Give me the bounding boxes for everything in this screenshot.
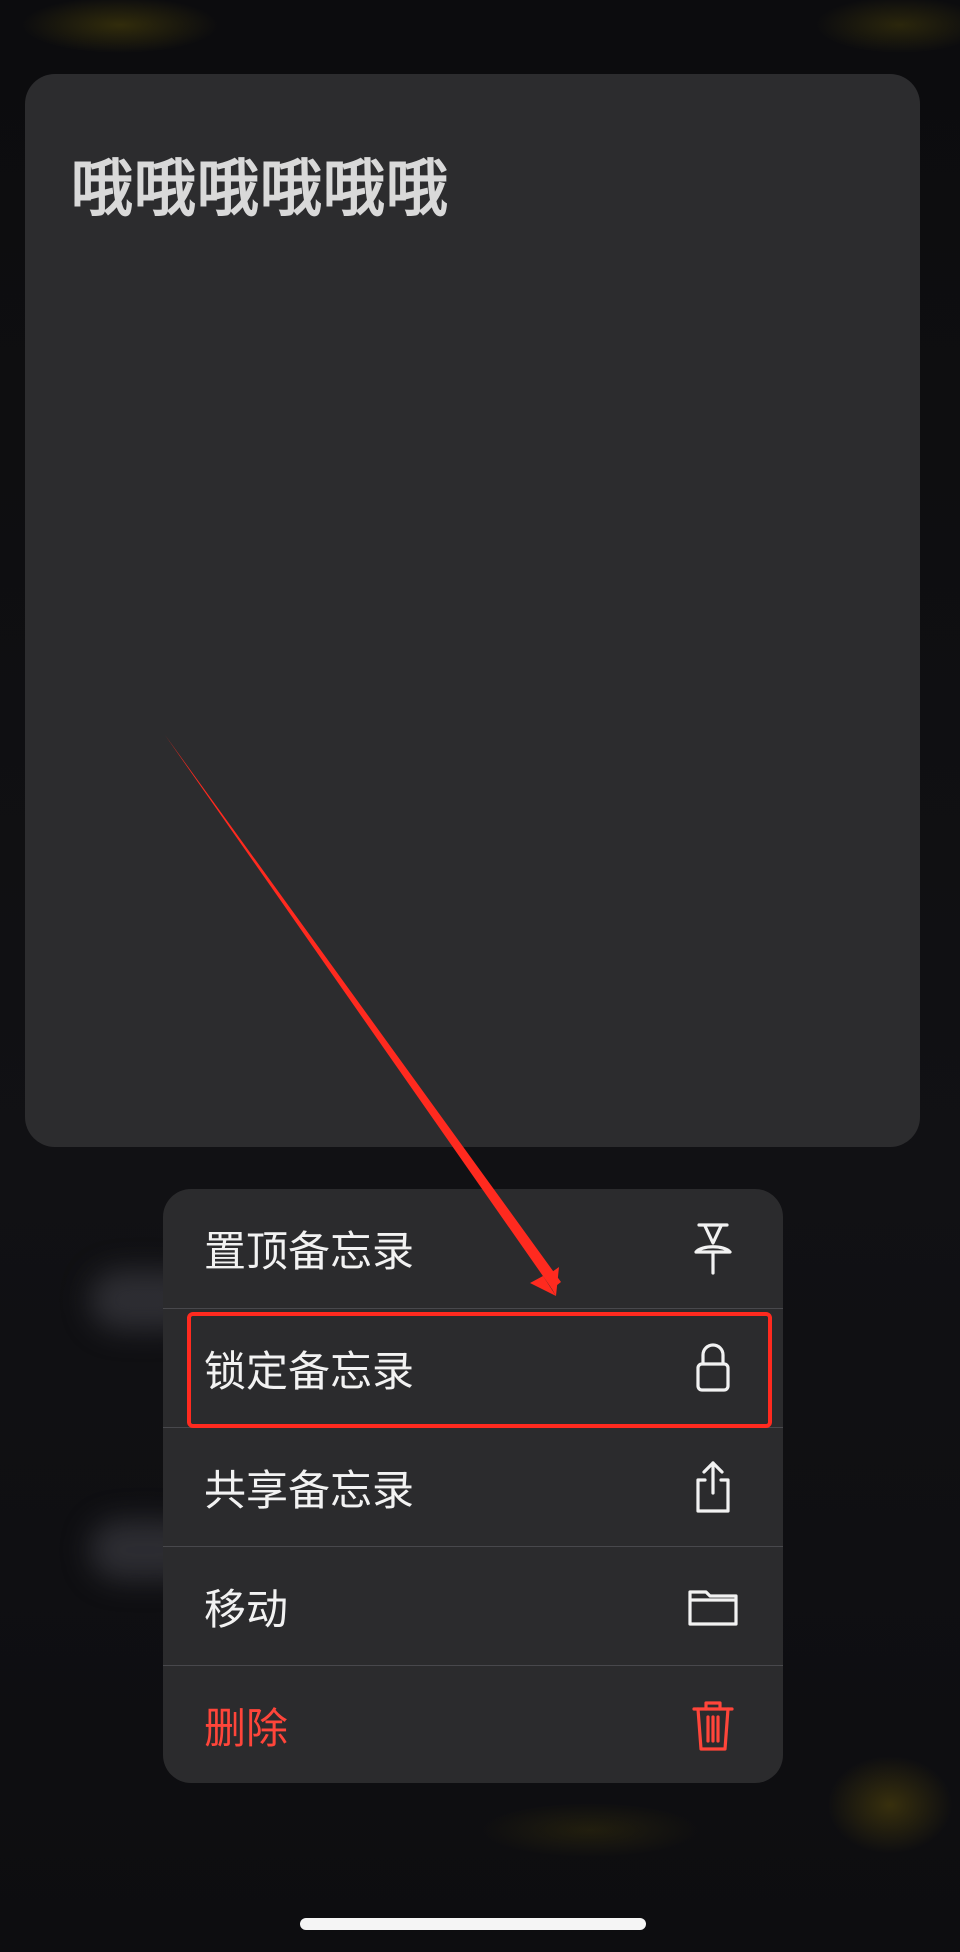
screen: 哦哦哦哦哦哦 置顶备忘录 锁定备忘录 共享备忘录 移动 删除 [0,0,960,1952]
menu-item-label: 删除 [204,1703,289,1753]
menu-item-move[interactable]: 移动 [163,1546,783,1665]
menu-item-label: 移动 [204,1584,289,1634]
pin-icon [688,1221,738,1277]
folder-icon [688,1578,738,1634]
note-title: 哦哦哦哦哦哦 [71,152,450,225]
context-menu: 置顶备忘录 锁定备忘录 共享备忘录 移动 删除 [163,1189,783,1783]
menu-item-label: 锁定备忘录 [204,1346,415,1396]
menu-item-pin-note[interactable]: 置顶备忘录 [163,1189,783,1308]
menu-item-lock-note[interactable]: 锁定备忘录 [163,1308,783,1427]
menu-item-share-note[interactable]: 共享备忘录 [163,1427,783,1546]
lock-icon [688,1340,738,1396]
menu-item-label: 共享备忘录 [204,1465,415,1515]
note-preview-card[interactable]: 哦哦哦哦哦哦 [25,74,920,1147]
share-icon [688,1459,738,1515]
menu-item-label: 置顶备忘录 [204,1227,415,1276]
home-indicator[interactable] [300,1918,646,1930]
trash-icon [688,1697,738,1753]
menu-item-delete[interactable]: 删除 [163,1665,783,1783]
